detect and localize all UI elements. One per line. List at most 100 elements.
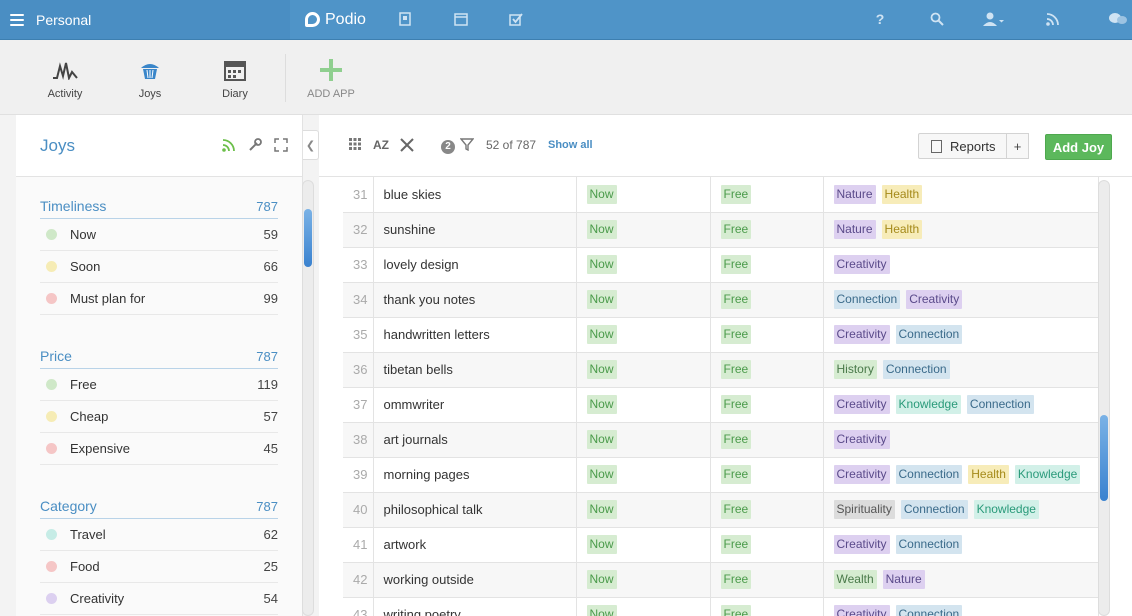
table-row[interactable]: 33 lovely design Now Free Creativity — [343, 247, 1099, 283]
add-app-button[interactable]: ADD APP — [296, 58, 366, 100]
price-cell[interactable]: Free — [710, 457, 824, 493]
filter-option-travel[interactable]: Travel 62 — [40, 519, 278, 551]
row-title[interactable]: working outside — [373, 562, 577, 598]
table-row[interactable]: 31 blue skies Now Free Nature Health — [343, 177, 1099, 213]
hamburger-menu-icon[interactable] — [10, 13, 24, 26]
price-cell[interactable]: Free — [710, 387, 824, 423]
timeliness-cell[interactable]: Now — [576, 527, 711, 563]
workspace-switcher[interactable]: Personal — [0, 0, 290, 39]
timeliness-cell[interactable]: Now — [576, 282, 711, 318]
collapse-sidebar-button[interactable]: ❮ — [303, 130, 319, 160]
filter-option-creativity[interactable]: Creativity 54 — [40, 583, 278, 615]
table-row[interactable]: 35 handwritten letters Now Free Creativity Co… — [343, 317, 1099, 353]
table-row[interactable]: 42 working outside Now Free Wealth Nature — [343, 562, 1099, 598]
sort-az-button[interactable]: AZ — [373, 138, 389, 152]
filter-option-food[interactable]: Food 25 — [40, 551, 278, 583]
category-cell[interactable]: Creativity Connection — [823, 597, 1099, 616]
row-title[interactable]: thank you notes — [373, 282, 577, 318]
category-cell[interactable]: History Connection — [823, 352, 1099, 388]
row-title[interactable]: writing poetry — [373, 597, 577, 616]
price-cell[interactable]: Free — [710, 492, 824, 528]
timeliness-cell[interactable]: Now — [576, 247, 711, 283]
row-title[interactable]: handwritten letters — [373, 317, 577, 353]
chat-bubbles-icon[interactable] — [1107, 11, 1129, 27]
price-cell[interactable]: Free — [710, 212, 824, 248]
help-icon[interactable]: ? — [872, 11, 888, 27]
sidebar-scroll-thumb[interactable] — [304, 209, 312, 267]
wrench-icon[interactable] — [248, 138, 262, 155]
main-scroll-thumb[interactable] — [1100, 415, 1108, 501]
price-cell[interactable]: Free — [710, 352, 824, 388]
filter-option-soon[interactable]: Soon 66 — [40, 251, 278, 283]
timeliness-cell[interactable]: Now — [576, 562, 711, 598]
category-cell[interactable]: Nature Health — [823, 212, 1099, 248]
price-cell[interactable]: Free — [710, 282, 824, 318]
table-row[interactable]: 37 ommwriter Now Free Creativity Knowledge Con… — [343, 387, 1099, 423]
timeliness-cell[interactable]: Now — [576, 352, 711, 388]
show-all-link[interactable]: Show all — [548, 139, 593, 151]
price-cell[interactable]: Free — [710, 177, 824, 213]
table-row[interactable]: 32 sunshine Now Free Nature Health — [343, 212, 1099, 248]
sidebar-scrollbar[interactable] — [302, 180, 314, 616]
filter-option-expensive[interactable]: Expensive 45 — [40, 433, 278, 465]
podio-logo[interactable]: Podio — [305, 0, 366, 39]
price-cell[interactable]: Free — [710, 247, 824, 283]
price-cell[interactable]: Free — [710, 562, 824, 598]
row-title[interactable]: art journals — [373, 422, 577, 458]
filter-count-badge[interactable]: 2 — [441, 138, 455, 154]
filter-option-cheap[interactable]: Cheap 57 — [40, 401, 278, 433]
table-row[interactable]: 38 art journals Now Free Creativity — [343, 422, 1099, 458]
timeliness-cell[interactable]: Now — [576, 422, 711, 458]
add-joy-button[interactable]: Add Joy — [1045, 134, 1112, 160]
filter-group-header[interactable]: Price 787 — [40, 337, 278, 369]
filter-option-now[interactable]: Now 59 — [40, 219, 278, 251]
tasks-check-icon[interactable] — [508, 11, 524, 27]
column-grid-icon[interactable] — [349, 138, 361, 153]
app-diary[interactable]: Diary — [200, 58, 270, 100]
search-icon[interactable] — [929, 11, 945, 27]
price-cell[interactable]: Free — [710, 527, 824, 563]
category-cell[interactable]: Connection Creativity — [823, 282, 1099, 318]
row-title[interactable]: sunshine — [373, 212, 577, 248]
price-cell[interactable]: Free — [710, 422, 824, 458]
timeliness-cell[interactable]: Now — [576, 317, 711, 353]
table-row[interactable]: 40 philosophical talk Now Free Spirituality C… — [343, 492, 1099, 528]
contacts-book-icon[interactable] — [397, 11, 413, 27]
timeliness-cell[interactable]: Now — [576, 597, 711, 616]
add-report-button[interactable]: + — [1006, 133, 1029, 159]
category-cell[interactable]: Wealth Nature — [823, 562, 1099, 598]
row-title[interactable]: morning pages — [373, 457, 577, 493]
app-activity[interactable]: Activity — [30, 58, 100, 100]
price-cell[interactable]: Free — [710, 597, 824, 616]
filter-option-must-plan-for[interactable]: Must plan for 99 — [40, 283, 278, 315]
timeliness-cell[interactable]: Now — [576, 177, 711, 213]
category-cell[interactable]: Spirituality Connection Knowledge — [823, 492, 1099, 528]
category-cell[interactable]: Creativity Connection — [823, 527, 1099, 563]
reports-button[interactable]: Reports — [918, 133, 1007, 159]
table-row[interactable]: 43 writing poetry Now Free Creativity Connect… — [343, 597, 1099, 616]
calendar-icon[interactable] — [453, 11, 469, 27]
row-title[interactable]: artwork — [373, 527, 577, 563]
activity-feed-icon[interactable] — [1045, 11, 1061, 27]
category-cell[interactable]: Creativity Connection — [823, 317, 1099, 353]
category-cell[interactable]: Creativity — [823, 422, 1099, 458]
category-cell[interactable]: Nature Health — [823, 177, 1099, 213]
price-cell[interactable]: Free — [710, 317, 824, 353]
table-row[interactable]: 36 tibetan bells Now Free History Connection — [343, 352, 1099, 388]
row-title[interactable]: blue skies — [373, 177, 577, 213]
timeliness-cell[interactable]: Now — [576, 212, 711, 248]
fullscreen-icon[interactable] — [274, 138, 288, 155]
category-cell[interactable]: Creativity Connection Health Knowledge — [823, 457, 1099, 493]
filter-funnel-icon[interactable] — [459, 138, 475, 154]
row-title[interactable]: tibetan bells — [373, 352, 577, 388]
user-menu-icon[interactable] — [983, 11, 1005, 27]
main-scrollbar[interactable] — [1098, 180, 1110, 616]
category-cell[interactable]: Creativity — [823, 247, 1099, 283]
timeliness-cell[interactable]: Now — [576, 457, 711, 493]
timeliness-cell[interactable]: Now — [576, 387, 711, 423]
app-joys[interactable]: Joys — [115, 58, 185, 100]
row-title[interactable]: lovely design — [373, 247, 577, 283]
filter-group-header[interactable]: Category 787 — [40, 487, 278, 519]
table-row[interactable]: 34 thank you notes Now Free Connection Creati… — [343, 282, 1099, 318]
timeliness-cell[interactable]: Now — [576, 492, 711, 528]
